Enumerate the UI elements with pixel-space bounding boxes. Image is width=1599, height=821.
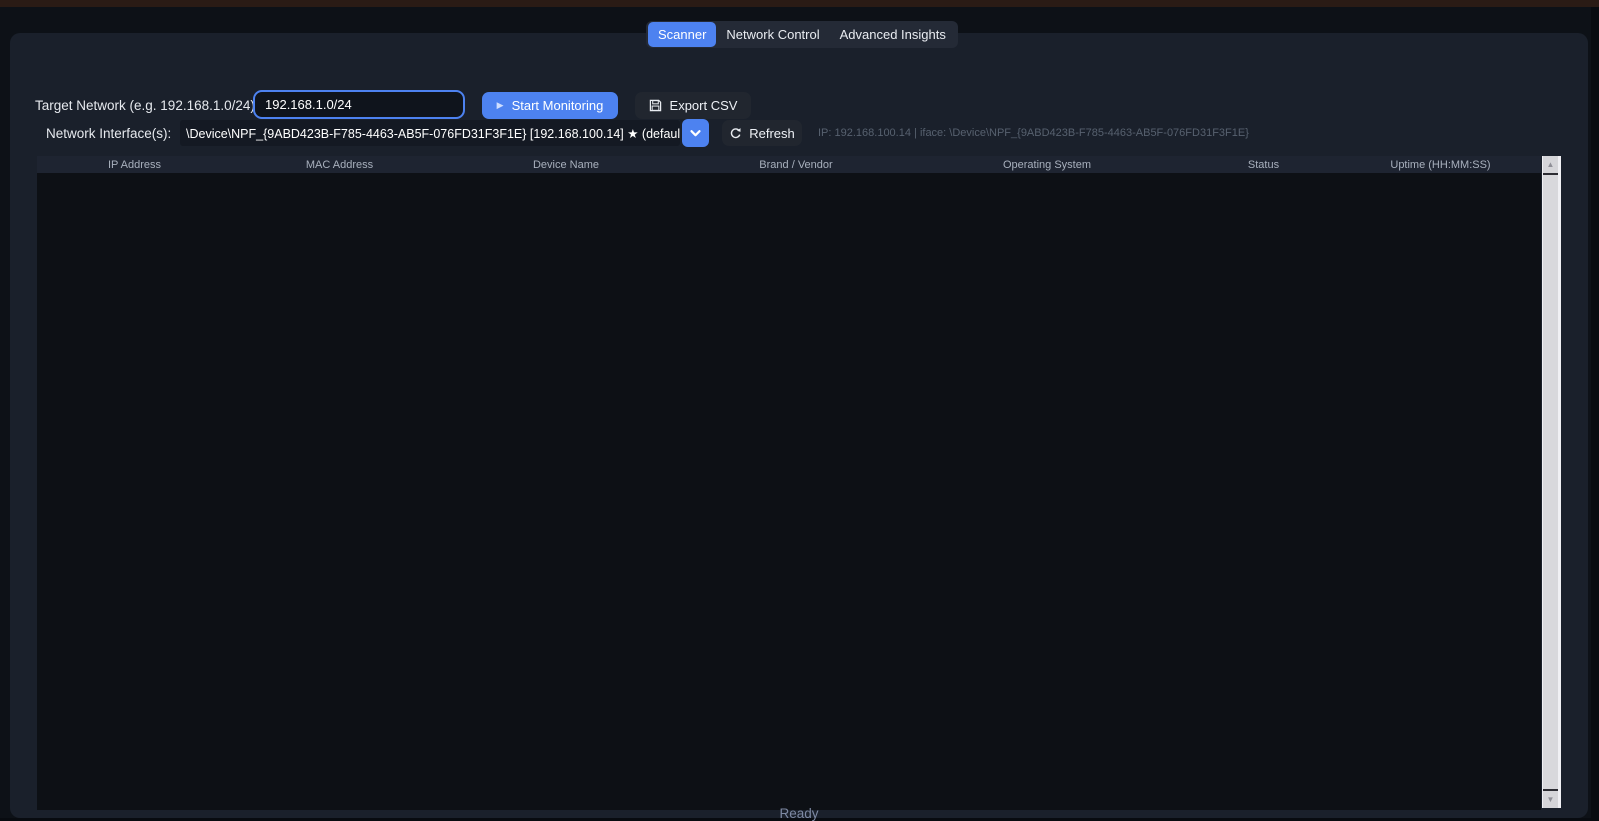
device-table: IP Address MAC Address Device Name Brand…: [37, 156, 1541, 810]
refresh-button[interactable]: Refresh: [722, 120, 802, 146]
tab-network-control[interactable]: Network Control: [716, 22, 829, 47]
titlebar-strip: [0, 0, 1599, 7]
tab-scanner[interactable]: Scanner: [648, 22, 717, 47]
network-interface-label: Network Interface(s):: [46, 126, 172, 141]
column-header-brand-vendor: Brand / Vendor: [759, 158, 833, 171]
vertical-scrollbar[interactable]: ▲ ▼: [1542, 156, 1561, 808]
status-text: Ready: [779, 806, 819, 821]
app-window: Target Network (e.g. 192.168.1.0/24): ▶ …: [0, 0, 1599, 821]
target-network-label: Target Network (e.g. 192.168.1.0/24):: [35, 98, 259, 113]
start-monitoring-label: Start Monitoring: [511, 98, 604, 113]
play-icon: ▶: [496, 100, 504, 110]
scroll-down-icon: ▼: [1546, 795, 1555, 804]
table-header-row: IP Address MAC Address Device Name Brand…: [37, 156, 1541, 173]
tab-advanced-insights[interactable]: Advanced Insights: [830, 22, 956, 47]
column-header-uptime: Uptime (HH:MM:SS): [1390, 158, 1491, 171]
right-edge-strip: [1591, 7, 1599, 821]
interface-select[interactable]: \Device\NPF_{9ABD423B-F785-4463-AB5F-076…: [180, 120, 680, 146]
main-panel: Target Network (e.g. 192.168.1.0/24): ▶ …: [10, 33, 1588, 821]
refresh-label: Refresh: [749, 125, 795, 141]
export-csv-label: Export CSV: [669, 98, 738, 113]
column-header-operating-system: Operating System: [1002, 158, 1092, 171]
column-header-ip: IP Address: [108, 158, 161, 171]
scrollbar-thumb[interactable]: [1543, 175, 1558, 789]
chevron-down-icon: [689, 129, 702, 138]
column-header-mac: MAC Address: [305, 158, 374, 171]
interface-dropdown-button[interactable]: [682, 119, 709, 147]
scroll-up-button[interactable]: ▲: [1543, 156, 1558, 175]
export-csv-button[interactable]: Export CSV: [635, 92, 751, 119]
interface-info: IP: 192.168.100.14 | iface: \Device\NPF_…: [818, 127, 1249, 139]
save-icon: [649, 99, 662, 112]
tab-bar: Scanner Network Control Advanced Insight…: [646, 21, 958, 48]
table-body: [37, 173, 1541, 810]
scroll-up-icon: ▲: [1546, 160, 1555, 169]
refresh-icon: [729, 127, 742, 140]
target-network-input[interactable]: [253, 90, 465, 119]
start-monitoring-button[interactable]: ▶ Start Monitoring: [482, 92, 618, 119]
column-header-status: Status: [1247, 158, 1280, 171]
column-header-device-name: Device Name: [532, 158, 600, 171]
